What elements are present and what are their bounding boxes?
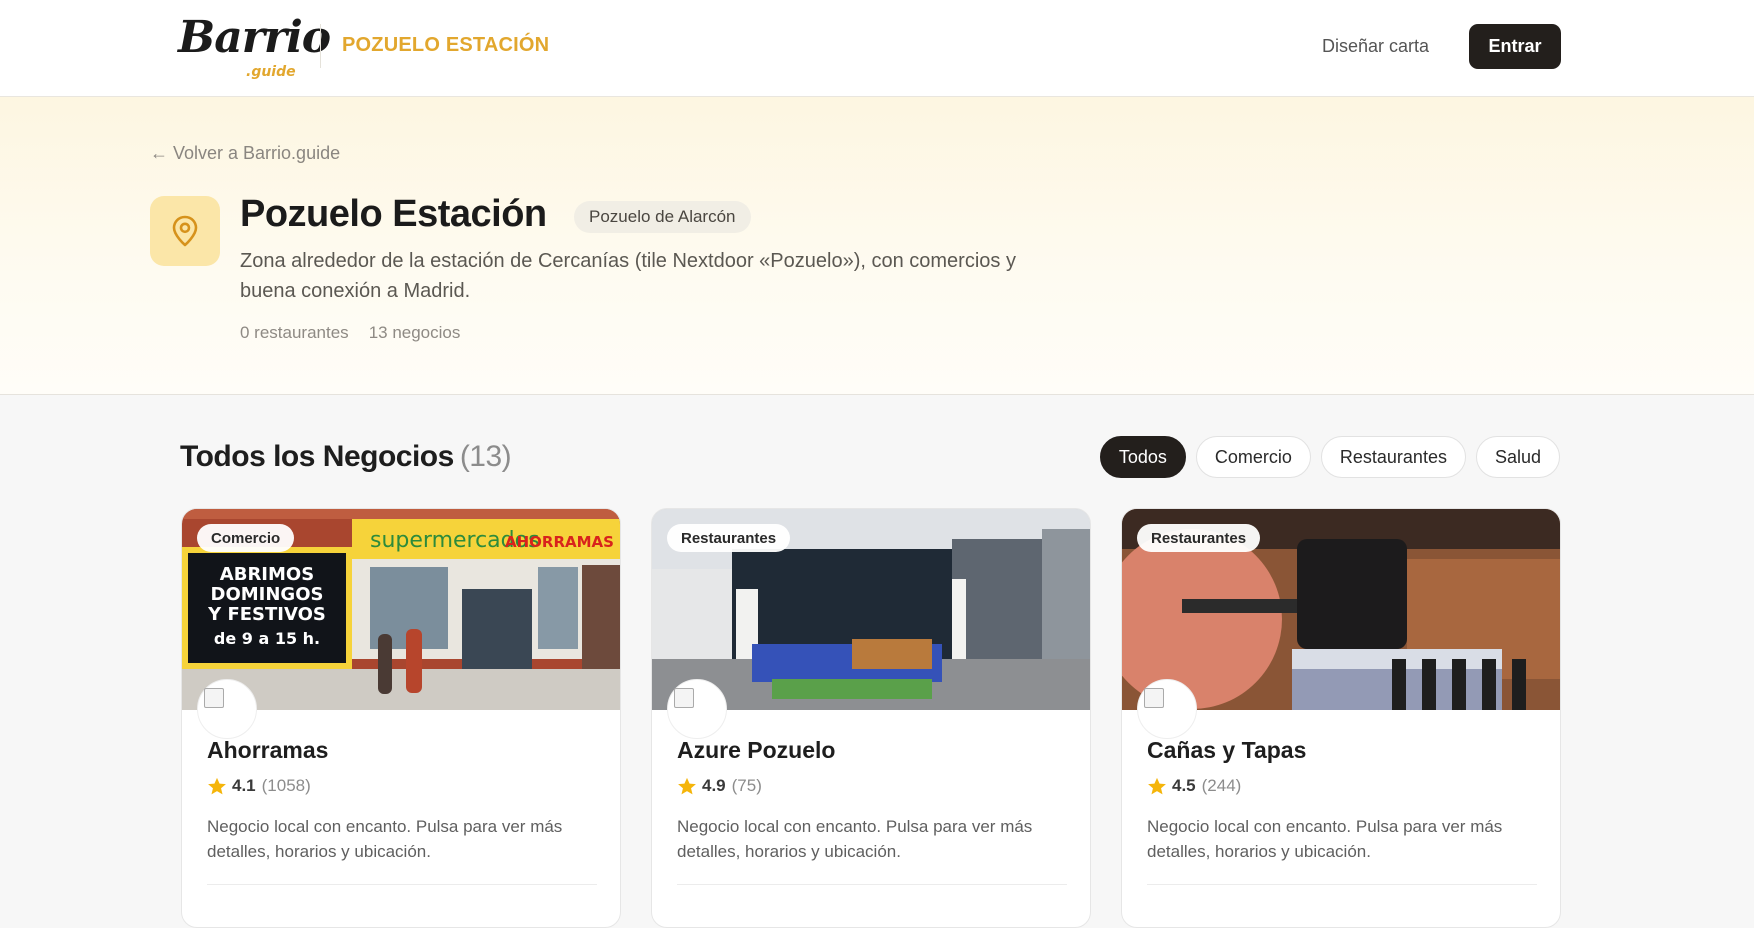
hero-section: ← Volver a Barrio.guide Pozuelo Estación…: [0, 97, 1754, 395]
business-description: Negocio local con encanto. Pulsa para ve…: [207, 817, 563, 861]
category-badge: Restaurantes: [1137, 524, 1261, 552]
poster-line-3: Y FESTIVOS: [207, 604, 326, 625]
business-avatar: [197, 679, 257, 739]
business-card-ahorramas[interactable]: supermercados AHORRAMAS ABRIMOS DOMINGOS…: [181, 508, 621, 928]
business-description: Negocio local con encanto. Pulsa para ve…: [1147, 817, 1503, 861]
city-badge: Pozuelo de Alarcón: [574, 201, 751, 233]
header-divider: [320, 24, 321, 68]
poster-line-1: ABRIMOS: [220, 564, 314, 585]
business-rating: 4.1 (1058): [207, 776, 311, 796]
section-count: (13): [459, 440, 512, 473]
area-description: Zona alrededor de la estación de Cercaní…: [240, 250, 1016, 302]
top-navbar: Barrio .guide POZUELO ESTACIÓN Diseñar c…: [0, 0, 1754, 97]
rating-score: 4.1: [232, 776, 256, 795]
business-rating: 4.9 (75): [677, 776, 762, 796]
category-badge: Comercio: [197, 524, 295, 552]
review-count: (244): [1201, 776, 1242, 795]
back-link[interactable]: ← Volver a Barrio.guide: [150, 143, 340, 164]
section-title: Todos los Negocios (13): [180, 440, 512, 474]
category-badge: Restaurantes: [667, 524, 791, 552]
business-rating: 4.5 (244): [1147, 776, 1241, 796]
poster-line-4: de 9 a 15 h.: [214, 629, 320, 648]
broken-image-icon: [1144, 688, 1164, 708]
card-divider: [207, 884, 597, 885]
area-name: POZUELO ESTACIÓN: [342, 34, 550, 56]
barrio-guide-logo[interactable]: Barrio .guide: [178, 10, 331, 82]
page-title: Pozuelo Estación: [240, 193, 547, 235]
review-count: (75): [731, 776, 762, 795]
restaurant-count: 0 restaurantes: [240, 323, 349, 342]
map-pin-icon-svg: [172, 215, 198, 247]
business-photo: Restaurantes: [652, 509, 1090, 710]
business-name: Azure Pozuelo: [677, 737, 836, 763]
business-name: Ahorramas: [207, 737, 329, 763]
business-card-canas-y-tapas[interactable]: Restaurantes Cañas y Tapas 4.5 (244) Neg…: [1121, 508, 1561, 928]
star-icon: [678, 777, 696, 794]
star-icon: [208, 777, 226, 794]
store-brand-text: AHORRAMAS: [505, 533, 614, 551]
poster-line-2: DOMINGOS: [211, 584, 324, 605]
business-photo: supermercados AHORRAMAS ABRIMOS DOMINGOS…: [182, 509, 620, 710]
card-divider: [1147, 884, 1537, 885]
business-avatar: [667, 679, 727, 739]
filter-restaurantes[interactable]: Restaurantes: [1320, 436, 1466, 478]
map-pin-icon: [150, 196, 220, 266]
card-divider: [677, 884, 1067, 885]
rating-score: 4.5: [1172, 776, 1196, 795]
filter-todos[interactable]: Todos: [1099, 436, 1186, 478]
business-avatar: [1137, 679, 1197, 739]
business-card-azure-pozuelo[interactable]: Restaurantes Azure Pozuelo 4.9 (75) Nego…: [651, 508, 1091, 928]
broken-image-icon: [204, 688, 224, 708]
login-button[interactable]: Entrar: [1469, 24, 1561, 69]
review-count: (1058): [261, 776, 311, 795]
business-count: 13 negocios: [368, 323, 461, 342]
section-title-text: Todos los Negocios: [180, 440, 454, 473]
star-icon: [1148, 777, 1166, 794]
business-name: Cañas y Tapas: [1147, 737, 1307, 763]
rating-score: 4.9: [702, 776, 726, 795]
business-photo: Restaurantes: [1122, 509, 1560, 710]
category-filters: Todos Comercio Restaurantes Salud: [1099, 436, 1560, 478]
filter-comercio[interactable]: Comercio: [1195, 436, 1311, 478]
area-stats: 0 restaurantes 13 negocios: [240, 323, 460, 343]
design-menu-link[interactable]: Diseñar carta: [1322, 36, 1429, 57]
business-description: Negocio local con encanto. Pulsa para ve…: [677, 817, 1033, 861]
filter-salud[interactable]: Salud: [1475, 436, 1560, 478]
logo-subtext: .guide: [246, 64, 296, 80]
broken-image-icon: [674, 688, 694, 708]
logo-text: Barrio: [178, 12, 331, 63]
